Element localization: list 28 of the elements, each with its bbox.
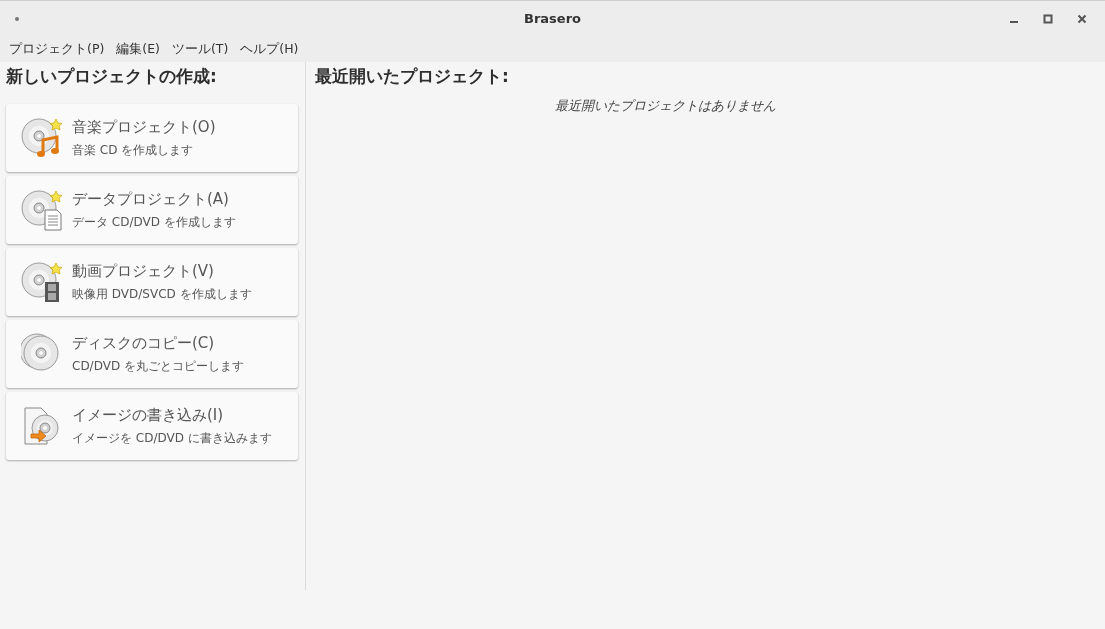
menu-item[interactable]: プロジェクト(P) bbox=[3, 39, 111, 59]
disc-document-icon bbox=[21, 187, 65, 232]
maximize-icon[interactable] bbox=[1043, 13, 1053, 24]
menu-item[interactable]: 編集(E) bbox=[110, 39, 166, 59]
project-type-title: 音楽プロジェクト(O) bbox=[72, 116, 216, 138]
project-type-button[interactable]: 音楽プロジェクト(O) 音楽 CD を作成します bbox=[6, 103, 298, 172]
project-type-description: 音楽 CD を作成します bbox=[72, 142, 195, 160]
project-type-description: データ CD/DVD を作成します bbox=[72, 214, 236, 232]
project-type-description: 映像用 DVD/SVCD を作成します bbox=[72, 286, 252, 304]
empty-message: 最近開いたプロジェクトはありません bbox=[555, 96, 776, 115]
section-heading: 新しいプロジェクトの作成: bbox=[6, 65, 218, 88]
disc-film-strip-icon bbox=[21, 259, 65, 304]
project-type-description: CD/DVD を丸ごとコピーします bbox=[72, 358, 244, 376]
project-type-title: ディスクのコピー(C) bbox=[72, 332, 216, 354]
project-type-button[interactable]: ディスクのコピー(C) CD/DVD を丸ごとコピーします bbox=[6, 319, 298, 388]
window-title: Brasero bbox=[524, 9, 581, 28]
menu-item[interactable]: ヘルプ(H) bbox=[234, 39, 305, 59]
project-type-button[interactable]: 動画プロジェクト(V) 映像用 DVD/SVCD を作成します bbox=[6, 247, 298, 316]
project-type-title: データプロジェクト(A) bbox=[72, 188, 230, 210]
disc-music-note-icon bbox=[21, 115, 65, 160]
close-icon[interactable] bbox=[1077, 13, 1087, 24]
section-heading: 最近開いたプロジェクト: bbox=[315, 65, 510, 88]
project-type-title: 動画プロジェクト(V) bbox=[72, 260, 215, 282]
project-type-title: イメージの書き込み(I) bbox=[72, 404, 225, 426]
menu-item[interactable]: ツール(T) bbox=[165, 39, 235, 59]
project-type-button[interactable]: イメージの書き込み(I) イメージを CD/DVD に書き込みます bbox=[6, 391, 298, 460]
project-type-button[interactable]: データプロジェクト(A) データ CD/DVD を作成します bbox=[6, 175, 298, 244]
project-type-description: イメージを CD/DVD に書き込みます bbox=[72, 430, 272, 448]
